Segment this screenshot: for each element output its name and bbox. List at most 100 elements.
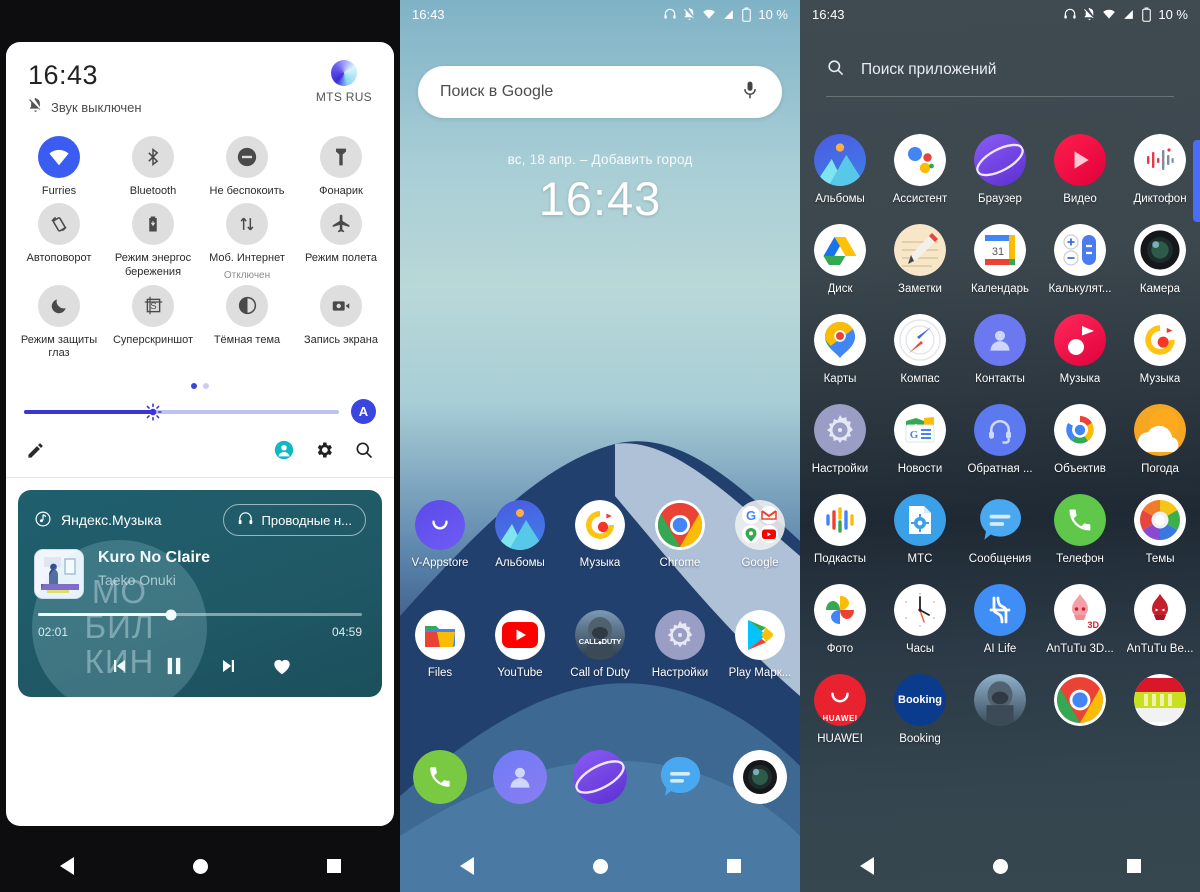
drawer-app-lens[interactable]: Объектив — [1040, 404, 1120, 475]
next-icon[interactable] — [217, 654, 241, 678]
drawer-app-chrome[interactable] — [1040, 674, 1120, 745]
app-albums[interactable]: Альбомы — [480, 500, 560, 569]
back-icon[interactable] — [459, 857, 474, 875]
edit-icon[interactable] — [26, 441, 45, 465]
app-play-store[interactable]: Play Марк... — [720, 610, 800, 679]
app-chrome[interactable]: Chrome — [640, 500, 720, 569]
media-seek-knob[interactable] — [165, 609, 177, 620]
drawer-app-contacts[interactable]: Контакты — [960, 314, 1040, 385]
qs-tile-airplane[interactable]: Режим полета — [294, 202, 388, 281]
drawer-app-music-red[interactable]: Музыка — [1040, 314, 1120, 385]
recents-icon[interactable] — [326, 859, 341, 873]
drawer-app-news[interactable]: G Новости — [880, 404, 960, 475]
user-icon[interactable] — [274, 440, 294, 465]
heart-icon[interactable] — [271, 655, 293, 677]
drawer-app-themes[interactable]: Темы — [1120, 494, 1200, 565]
qs-tile-auto-rotate[interactable]: Автоповорот — [12, 202, 106, 281]
app-music-yellow[interactable]: Музыка — [560, 500, 640, 569]
app-label: Браузер — [978, 193, 1022, 205]
qs-tile-mobile-data[interactable]: Моб. Интернет Отключен — [200, 202, 294, 281]
media-seek-fill — [38, 613, 171, 616]
drawer-app-huawei-appgallery[interactable]: HUAWEI HUAWEI — [800, 674, 880, 745]
drawer-app-recorder[interactable]: Диктофон — [1120, 134, 1200, 205]
back-icon[interactable] — [59, 857, 74, 875]
home-icon[interactable] — [192, 858, 208, 874]
back-icon[interactable] — [859, 857, 874, 875]
page-dot-2[interactable] — [203, 383, 209, 389]
drawer-app-calendar[interactable]: 31 Календарь — [960, 224, 1040, 295]
home-icon[interactable] — [992, 858, 1008, 874]
dock-camera[interactable] — [720, 750, 800, 804]
drawer-app-settings[interactable]: Настройки — [800, 404, 880, 475]
clock-widget[interactable]: вс, 18 апр. – Добавить город 16:43 — [400, 152, 800, 226]
brightness-knob[interactable] — [144, 402, 162, 421]
qs-mute-label: Звук выключен — [51, 99, 142, 115]
qs-tile-dark-theme[interactable]: Тёмная тема — [200, 284, 294, 362]
recents-icon[interactable] — [726, 859, 741, 873]
drawer-app-messages[interactable]: Сообщения — [960, 494, 1040, 565]
drawer-app-antutu-bench[interactable]: AnTuTu Be... — [1120, 584, 1200, 655]
drawer-app-mts[interactable]: МТС — [880, 494, 960, 565]
gear-icon[interactable] — [314, 440, 334, 465]
drawer-app-browser[interactable]: Браузер — [960, 134, 1040, 205]
app-google-folder[interactable]: G Google — [720, 500, 800, 569]
mobile-data-icon — [226, 202, 268, 245]
drawer-app-calculator[interactable]: Калькулят... — [1040, 224, 1120, 295]
qs-tile-bluetooth[interactable]: Bluetooth — [106, 136, 200, 199]
qs-tile-wifi[interactable]: Furries — [12, 136, 106, 199]
drawer-app-booking[interactable]: Booking Booking — [880, 674, 960, 745]
qs-tile-super-screenshot[interactable]: S Суперскриншот — [106, 284, 200, 362]
drawer-app-phone[interactable]: Телефон — [1040, 494, 1120, 565]
drawer-app-camera[interactable]: Камера — [1120, 224, 1200, 295]
drawer-app-maps[interactable]: Карты — [800, 314, 880, 385]
drawer-app-ai-life[interactable]: AI Life — [960, 584, 1040, 655]
qs-tile-flashlight[interactable]: Фонарик — [294, 136, 388, 199]
app-v-appstore[interactable]: V-Appstore — [400, 500, 480, 569]
drawer-app-podcasts[interactable]: Подкасты — [800, 494, 880, 565]
drawer-app-albums[interactable]: Альбомы — [800, 134, 880, 205]
qs-mute-status: Звук выключен — [28, 97, 142, 116]
drawer-app-weather[interactable]: Погода — [1120, 404, 1200, 475]
prev-icon[interactable] — [107, 654, 131, 678]
drawer-app-assistant[interactable]: Ассистент — [880, 134, 960, 205]
dock-browser[interactable] — [560, 750, 640, 804]
drawer-app-video[interactable]: Видео — [1040, 134, 1120, 205]
drawer-app-music-yellow[interactable]: Музыка — [1120, 314, 1200, 385]
app-settings[interactable]: Настройки — [640, 610, 720, 679]
search-icon[interactable] — [354, 440, 374, 465]
drawer-app-drive[interactable]: Диск — [800, 224, 880, 295]
drawer-app-feedback[interactable]: Обратная ... — [960, 404, 1040, 475]
drawer-app-photos[interactable]: Фото — [800, 584, 880, 655]
home-icon[interactable] — [592, 858, 608, 874]
dock-messages[interactable] — [640, 750, 720, 804]
app-search-bar[interactable]: Поиск приложений — [826, 58, 1174, 97]
drawer-app-antutu-3d[interactable]: 3D AnTuTu 3D... — [1040, 584, 1120, 655]
app-youtube[interactable]: YouTube — [480, 610, 560, 679]
media-seek-slider[interactable] — [38, 609, 362, 620]
drawer-app-misc[interactable] — [1120, 674, 1200, 745]
qs-tile-screen-record[interactable]: Запись экрана — [294, 284, 388, 362]
dock-contacts[interactable] — [480, 750, 560, 804]
drawer-app-call-of-duty[interactable] — [960, 674, 1040, 745]
page-dot-1[interactable] — [191, 383, 197, 389]
media-output-button[interactable]: Проводные н... — [222, 504, 366, 536]
app-call-of-duty[interactable]: CALL◆DUTY Call of Duty — [560, 610, 640, 679]
drawer-app-compass[interactable]: Компас — [880, 314, 960, 385]
app-files[interactable]: Files — [400, 610, 480, 679]
recents-icon[interactable] — [1126, 859, 1141, 873]
drawer-app-notes[interactable]: Заметки — [880, 224, 960, 295]
pause-icon[interactable] — [161, 653, 187, 679]
media-track-row: Kuro No Claire Taeko Onuki — [34, 549, 366, 599]
qs-tile-do-not-disturb[interactable]: Не беспокоить — [200, 136, 294, 199]
dock-phone[interactable] — [400, 750, 480, 804]
app-label: Телефон — [1056, 553, 1104, 565]
drawer-app-clock[interactable]: Часы — [880, 584, 960, 655]
qs-tile-eye-protection[interactable]: Режим защиты глаз — [12, 284, 106, 362]
qs-tile-battery-saver[interactable]: Режим энергос бережения — [106, 202, 200, 281]
auto-brightness-button[interactable]: A — [351, 399, 376, 424]
brightness-slider[interactable] — [24, 402, 339, 421]
google-search-bar[interactable]: Поиск в Google — [418, 66, 782, 118]
microphone-icon[interactable] — [740, 80, 760, 105]
widget-date[interactable]: вс, 18 апр. – Добавить город — [400, 152, 800, 167]
three-phone-screenshots: 16:43 Звук выключен MTS RUS Furries Blue… — [0, 0, 1200, 892]
